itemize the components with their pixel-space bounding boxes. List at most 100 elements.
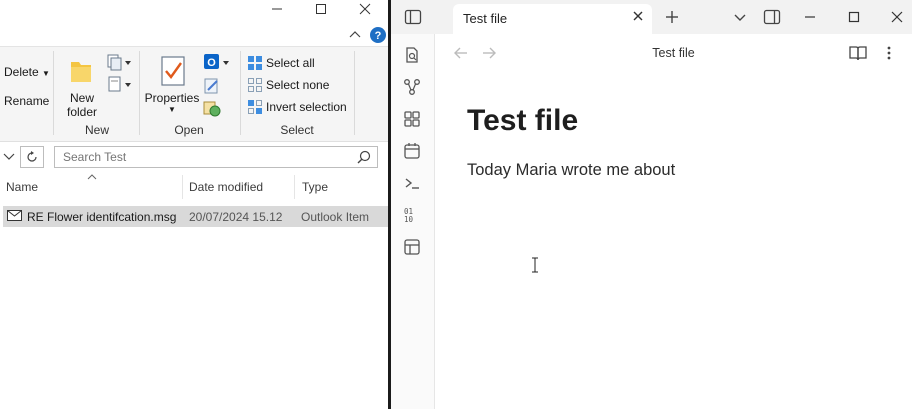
maximize-icon <box>848 11 860 23</box>
chevron-up-icon <box>349 31 361 38</box>
minimize-icon <box>272 8 282 10</box>
note-body-text[interactable]: Today Maria wrote me about <box>467 161 675 180</box>
view-header: Test file <box>435 34 912 72</box>
collapse-ribbon-button[interactable] <box>348 28 362 42</box>
daily-note-button[interactable] <box>403 142 421 160</box>
more-options-button[interactable] <box>882 45 896 61</box>
templates-button[interactable] <box>403 238 421 256</box>
new-tab-button[interactable] <box>661 6 683 28</box>
column-divider[interactable] <box>294 175 295 199</box>
edit-button[interactable] <box>203 77 221 95</box>
properties-label: Properties <box>144 91 200 105</box>
maximize-icon <box>316 4 326 14</box>
layout-grid-icon <box>404 111 420 127</box>
open-with-outlook-button[interactable]: O <box>203 53 231 71</box>
file-type: Outlook Item <box>301 210 370 224</box>
folder-icon <box>71 62 91 82</box>
invert-selection-button[interactable]: Invert selection <box>247 99 357 117</box>
help-button[interactable]: ? <box>369 26 387 44</box>
table-row[interactable]: RE Flower identifcation.msg 20/07/2024 1… <box>3 206 388 227</box>
note-title-breadcrumb[interactable]: Test file <box>435 46 912 60</box>
more-vertical-icon <box>887 46 891 60</box>
minimize-button[interactable] <box>254 0 300 18</box>
search-icon <box>357 150 371 164</box>
canvas-button[interactable] <box>403 110 421 128</box>
command-palette-button[interactable] <box>403 174 421 192</box>
terminal-icon <box>405 178 419 189</box>
column-headers: Name Date modified Type <box>0 173 388 201</box>
refresh-icon <box>27 151 37 162</box>
new-folder-label-line1: New <box>69 91 94 105</box>
search-box[interactable] <box>54 146 378 168</box>
layout-template-icon <box>404 239 420 255</box>
file-explorer-window: ? Delete ▼ Rename New folder New Propert… <box>0 0 388 409</box>
properties-button[interactable]: Properties ▼ <box>144 53 200 119</box>
chevron-down-icon <box>734 14 746 21</box>
title-bar: Test file <box>391 0 912 34</box>
quick-switcher-button[interactable] <box>403 46 421 64</box>
delete-label: Delete <box>4 65 39 79</box>
close-button[interactable] <box>342 0 388 18</box>
rename-button[interactable]: Rename <box>4 94 49 108</box>
graph-icon <box>404 79 420 95</box>
properties-icon <box>161 56 185 86</box>
binary-tool-button[interactable]: 01 10 <box>403 206 421 224</box>
history-button[interactable] <box>203 99 221 117</box>
easy-access-button[interactable] <box>106 75 132 93</box>
close-icon <box>633 11 643 21</box>
minimize-icon <box>805 16 815 18</box>
column-header-name[interactable]: Name <box>6 180 38 194</box>
calendar-icon <box>404 143 420 159</box>
tab-close-button[interactable] <box>632 9 644 25</box>
address-bar <box>0 146 388 170</box>
address-dropdown-button[interactable] <box>2 149 16 163</box>
new-folder-label-line2: folder <box>66 105 98 119</box>
new-item-button[interactable] <box>106 53 132 71</box>
invert-selection-label: Invert selection <box>266 100 347 114</box>
chevron-down-icon: ▼ <box>42 69 50 78</box>
select-all-label: Select all <box>266 56 315 70</box>
select-none-button[interactable]: Select none <box>247 77 347 95</box>
ribbon-separator <box>354 51 355 135</box>
column-header-type[interactable]: Type <box>302 180 328 194</box>
close-button[interactable] <box>886 6 908 28</box>
reading-view-button[interactable] <box>849 45 867 61</box>
tab-list-button[interactable] <box>729 6 751 28</box>
ribbon-separator <box>139 51 140 135</box>
maximize-button[interactable] <box>298 0 344 18</box>
note-heading: Test file <box>467 104 579 137</box>
column-divider[interactable] <box>182 175 183 199</box>
tab-title: Test file <box>463 11 508 26</box>
close-icon <box>891 11 903 23</box>
search-input[interactable] <box>61 147 355 167</box>
ribbon-separator <box>53 51 54 135</box>
history-icon <box>203 101 221 117</box>
help-icon: ? <box>370 27 386 43</box>
binary-icon: 01 10 <box>404 207 414 224</box>
svg-text:O: O <box>207 57 216 69</box>
tab-test-file[interactable]: Test file <box>453 4 652 34</box>
text-cursor-icon <box>532 257 538 273</box>
file-search-icon <box>406 47 418 63</box>
toggle-left-sidebar-button[interactable] <box>402 6 424 28</box>
select-group-label: Select <box>280 123 314 137</box>
refresh-button[interactable] <box>20 146 44 168</box>
delete-button[interactable]: Delete ▼ <box>4 65 50 79</box>
edit-icon <box>204 78 218 94</box>
select-all-button[interactable]: Select all <box>247 55 347 73</box>
column-header-date-modified[interactable]: Date modified <box>189 180 263 194</box>
maximize-button[interactable] <box>843 6 865 28</box>
new-folder-button[interactable]: New folder <box>62 55 102 119</box>
obsidian-window: Test file 01 10 Test file Test file Toda… <box>391 0 912 409</box>
svg-text:10: 10 <box>404 215 414 224</box>
mail-icon <box>7 210 22 221</box>
close-icon <box>359 3 371 15</box>
outlook-icon: O <box>204 54 229 69</box>
plus-icon <box>666 11 678 23</box>
select-all-icon <box>248 56 262 70</box>
graph-view-button[interactable] <box>403 78 421 96</box>
toggle-right-sidebar-button[interactable] <box>761 6 783 28</box>
minimize-button[interactable] <box>799 6 821 28</box>
svg-text:?: ? <box>375 30 382 42</box>
chevron-down-icon <box>3 153 15 160</box>
